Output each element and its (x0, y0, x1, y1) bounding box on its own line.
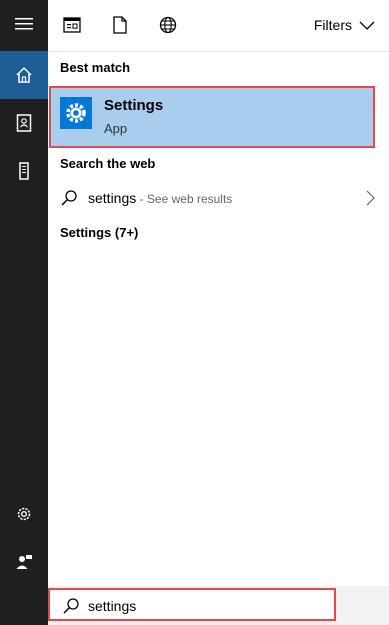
best-match-header: Best match (60, 60, 131, 75)
apps-icon (63, 17, 81, 33)
web-filter-button[interactable] (156, 13, 180, 37)
search-icon (61, 190, 77, 206)
search-icon (63, 598, 79, 614)
hamburger-menu-icon (15, 18, 33, 30)
home-icon (16, 66, 32, 83)
web-query-text: settings (88, 190, 137, 206)
hamburger-menu-button[interactable] (0, 0, 48, 48)
chevron-right-icon (366, 190, 375, 206)
notebook-button[interactable] (0, 99, 48, 147)
chevron-down-icon (359, 21, 375, 30)
documents-filter-button[interactable] (108, 13, 132, 37)
settings-rail-button[interactable] (0, 490, 48, 538)
documents-icon (113, 16, 127, 34)
home-button[interactable] (0, 51, 48, 99)
best-match-result[interactable]: Settings App (49, 86, 375, 148)
filters-label: Filters (313, 17, 352, 33)
web-globe-icon (159, 16, 177, 34)
search-web-header: Search the web (60, 156, 156, 171)
left-rail (0, 0, 48, 625)
web-result-hint: - See web results (136, 192, 233, 206)
device-button[interactable] (0, 147, 48, 195)
best-match-subtitle: App (104, 121, 128, 136)
device-icon (19, 162, 29, 180)
settings-group-header[interactable]: Settings (7+) (60, 225, 138, 240)
feedback-person-icon (16, 555, 32, 569)
search-input[interactable]: settings (48, 588, 336, 621)
search-input-value: settings (88, 598, 137, 614)
gear-icon (17, 507, 31, 521)
notebook-icon (16, 114, 32, 132)
filters-dropdown[interactable]: Filters (314, 17, 375, 33)
apps-filter-button[interactable] (60, 13, 84, 37)
best-match-title: Settings (104, 97, 164, 114)
web-search-result[interactable]: settings - See web results (48, 182, 389, 214)
filter-toolbar: Filters (48, 0, 389, 52)
feedback-button[interactable] (0, 538, 48, 586)
search-bar: settings (48, 586, 389, 625)
settings-app-tile (60, 97, 92, 129)
settings-gear-icon (66, 103, 86, 123)
web-result-text: settings - See web results (88, 190, 232, 206)
